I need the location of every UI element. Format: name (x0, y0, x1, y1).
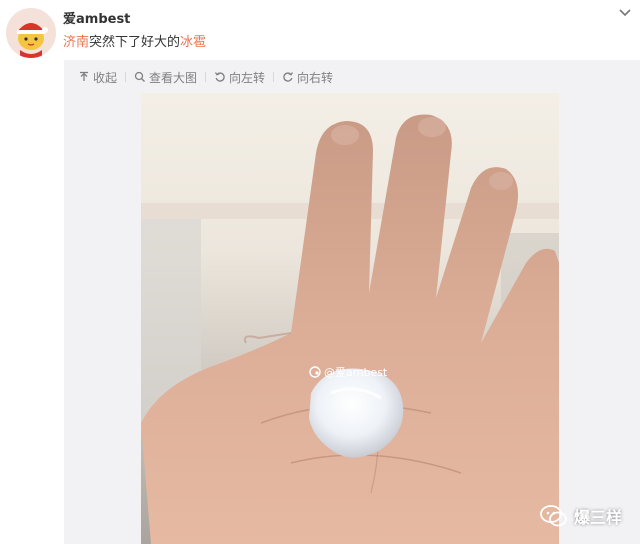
collapse-button[interactable]: 收起 (78, 69, 117, 86)
rotate-right-icon (283, 72, 294, 82)
chevron-down-icon[interactable] (618, 6, 632, 20)
collapse-label: 收起 (93, 70, 118, 85)
media-toolbar: 收起 查看大图 向左转 向右转 (78, 68, 333, 86)
toolbar-divider (125, 72, 127, 82)
toolbar-divider (273, 72, 275, 82)
rotate-right-label: 向右转 (297, 70, 334, 85)
wechat-watermark: 爆三样 (540, 504, 622, 528)
rotate-left-label: 向左转 (229, 70, 266, 85)
toolbar-divider (205, 72, 207, 82)
view-large-button[interactable]: 查看大图 (134, 69, 197, 86)
search-icon (134, 71, 146, 82)
post-text-body: 突然下了好大的 (89, 35, 181, 50)
avatar-image (6, 8, 56, 58)
post-text: 济南突然下了好大的冰雹 (63, 31, 206, 50)
rotate-right-button[interactable]: 向右转 (282, 69, 333, 86)
wechat-icon (540, 505, 567, 527)
post-photo[interactable]: @爱ambest (141, 93, 559, 544)
rotate-left-icon (215, 72, 225, 82)
wechat-watermark-label: 爆三样 (573, 508, 622, 527)
view-large-label: 查看大图 (149, 70, 198, 85)
avatar[interactable] (6, 8, 56, 58)
topic-link-hail[interactable]: 冰雹 (180, 35, 206, 50)
photo-watermark: @爱ambest (324, 366, 388, 379)
rotate-left-button[interactable]: 向左转 (214, 69, 265, 86)
username[interactable]: 爱ambest (63, 8, 130, 27)
collapse-icon (80, 71, 88, 81)
topic-link-jinan[interactable]: 济南 (63, 35, 89, 50)
hail-in-hand-image: @爱ambest (141, 93, 559, 544)
